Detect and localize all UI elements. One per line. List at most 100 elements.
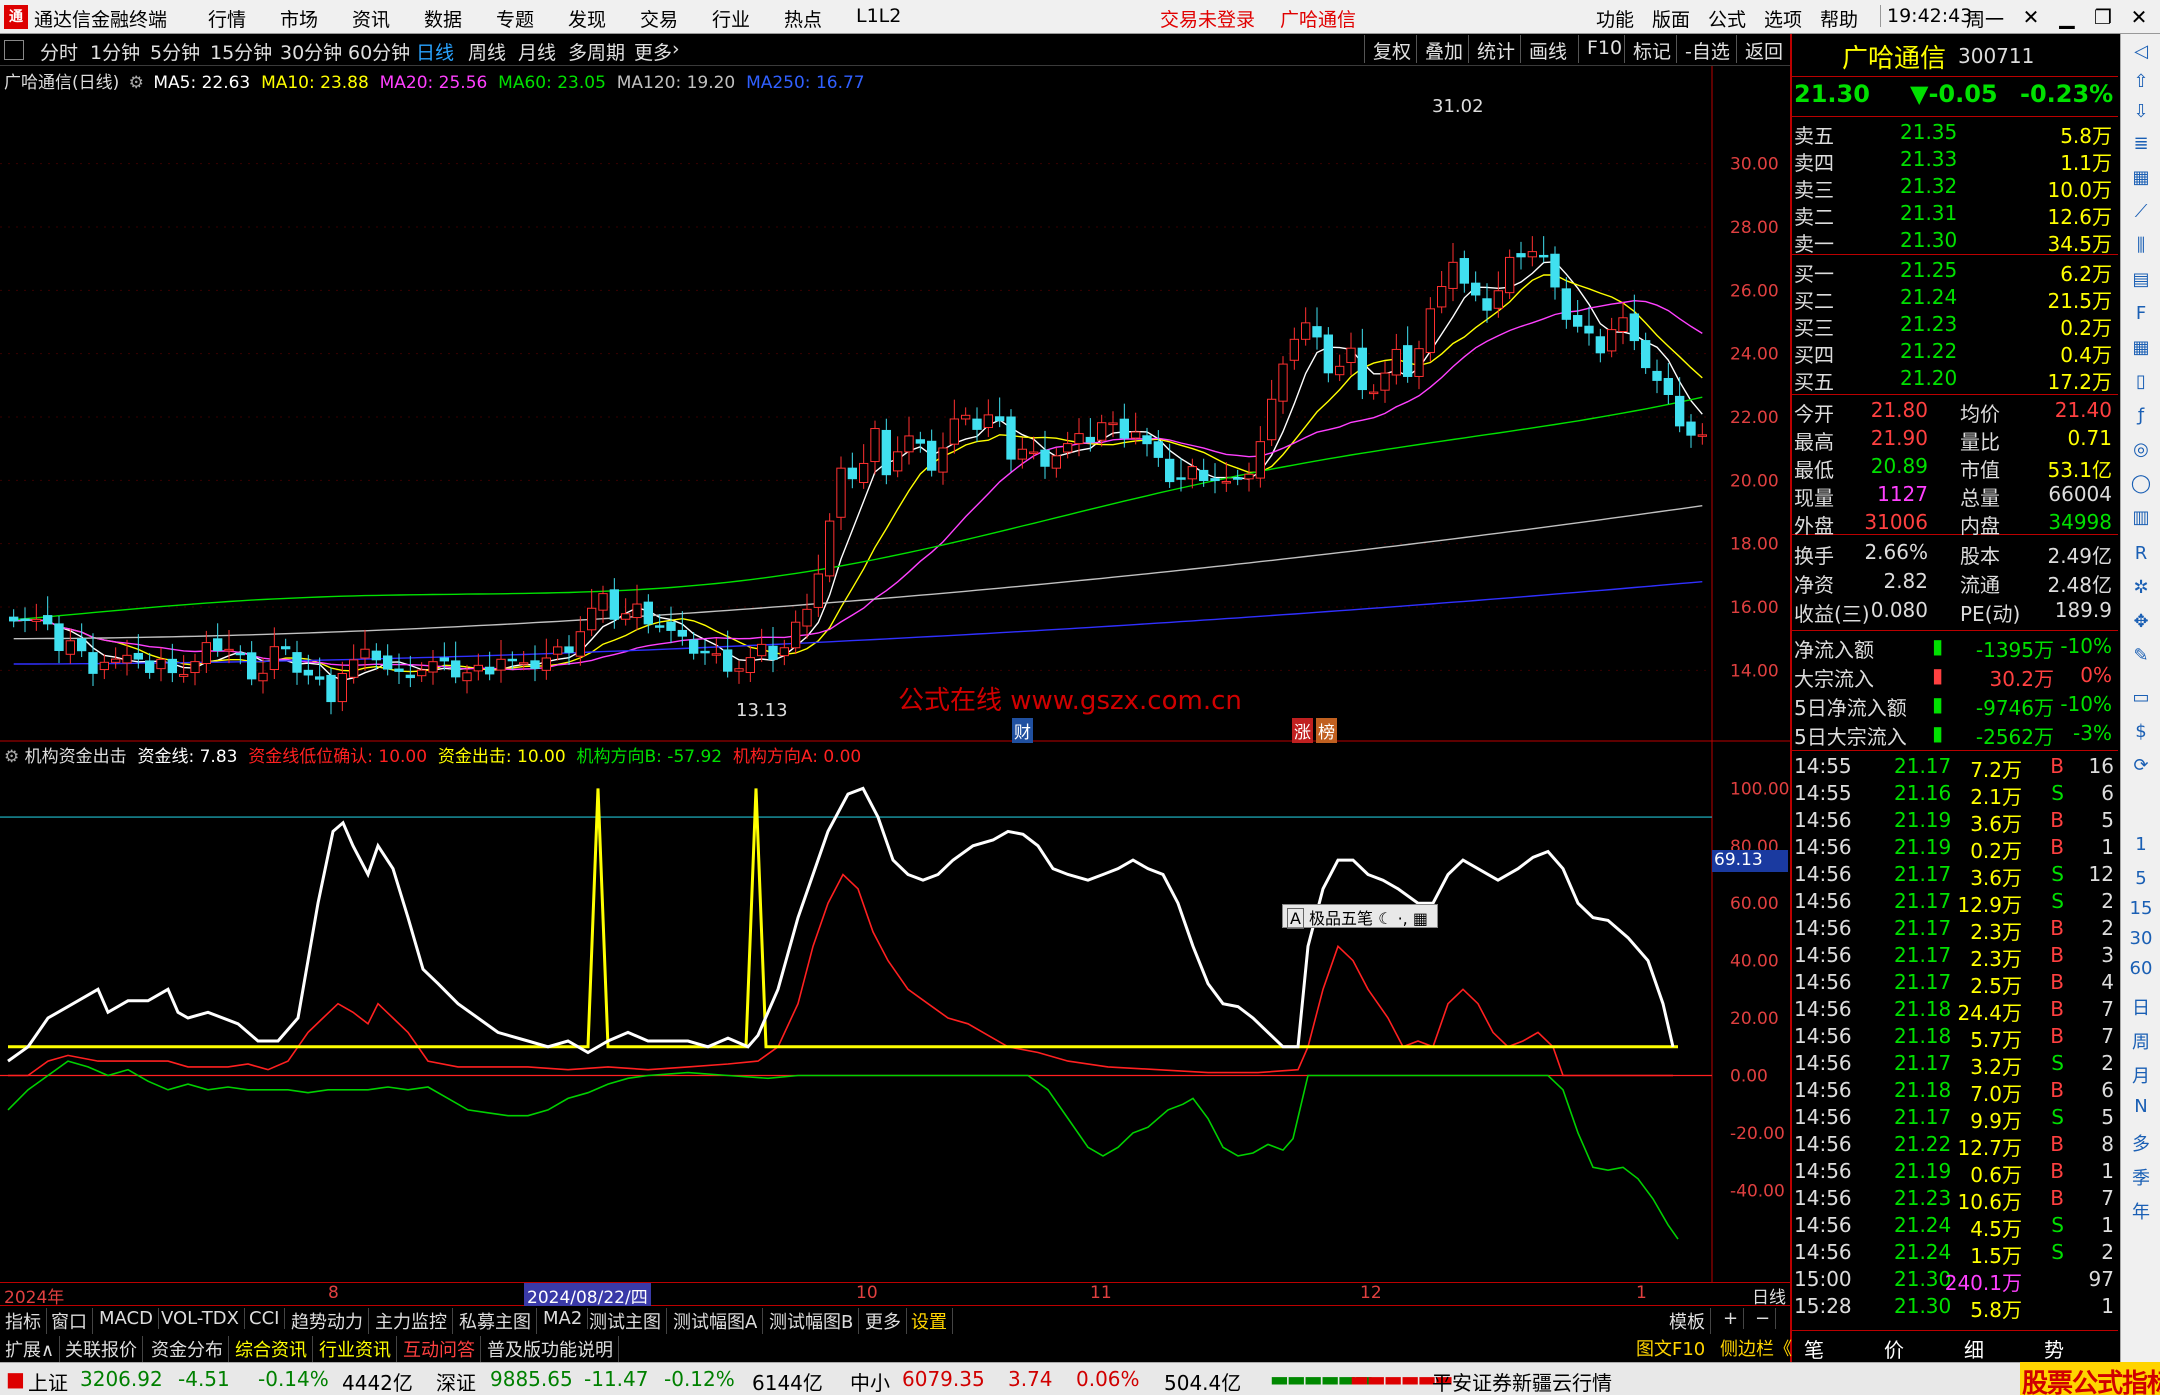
tab-add[interactable]: + [1718,1308,1745,1329]
menu-jiaoyi[interactable]: 交易 [640,5,678,32]
tick-row[interactable]: 14:56 21.17 3.2万 S 2 [1792,1051,2118,1079]
menu-shuju[interactable]: 数据 [424,5,462,32]
ask-row[interactable]: 卖四 21.33 1.1万 [1792,147,2118,175]
menu-shichang[interactable]: 市场 [280,5,318,32]
news-icon[interactable]: ▤ [2127,266,2155,294]
sidebar-n[interactable]: N [2127,1096,2155,1117]
tick-row[interactable]: 14:56 21.22 12.7万 B 8 [1792,1132,2118,1160]
bid-row[interactable]: 买五 21.20 17.2万 [1792,366,2118,394]
tick-row[interactable]: 14:56 21.19 0.2万 B 1 [1792,835,2118,863]
btn-huaxian[interactable]: 画线 [1520,35,1575,63]
tab-kuozhan[interactable]: 扩展∧ [0,1336,61,1362]
sh-name[interactable]: 上证 [28,1367,68,1395]
doc-icon[interactable]: ▯ [2127,368,2155,396]
stat-row[interactable]: 最低 20.89 市值 53.1亿 [1792,454,2118,482]
tick-row[interactable]: 14:56 21.17 2.3万 B 3 [1792,943,2118,971]
flow-row[interactable]: 5日净流入额 ▮ -9746万 -10% [1792,692,2118,720]
close-icon[interactable]: ✕ [2122,3,2156,31]
tab-zijin[interactable]: 资金分布 [146,1336,229,1362]
tick-row[interactable]: 14:56 21.17 2.3万 B 2 [1792,916,2118,944]
tab-settings[interactable]: 设置 [906,1308,953,1334]
menu-gongshi[interactable]: 公式 [1708,5,1746,32]
tab-template[interactable]: 模板 [1664,1308,1711,1334]
tick-row[interactable]: 14:55 21.16 2.1万 S 6 [1792,781,2118,809]
bid-row[interactable]: 买一 21.25 6.2万 [1792,258,2118,286]
tick-row[interactable]: 14:56 21.18 7.0万 B 6 [1792,1078,2118,1106]
menu-zixun[interactable]: 资讯 [352,5,390,32]
tab-ceshi-a[interactable]: 测试幅图A [668,1308,764,1334]
panel-toggle-icon[interactable] [4,40,24,60]
btn-diejia[interactable]: 叠加 [1416,35,1471,63]
menu-xuanxiang[interactable]: 选项 [1764,5,1802,32]
sidebar-year[interactable]: 年 [2127,1198,2155,1224]
candle-icon[interactable]: ⫼ [2127,232,2155,260]
stat-row[interactable]: 今开 21.80 均价 21.40 [1792,398,2118,426]
list-icon[interactable]: ≣ [2127,130,2155,158]
tick-row[interactable]: 15:00 21.30 240.1万 97 [1792,1267,2118,1295]
stat2-row[interactable]: 净资 2.82 流通 2.48亿 [1792,569,2118,597]
ime-punct-icon[interactable]: ·, [1398,909,1408,928]
ask-row[interactable]: 卖二 21.31 12.6万 [1792,201,2118,229]
menu-l1l2[interactable]: L1L2 [856,5,901,27]
book-icon[interactable]: ▭ [2127,684,2155,712]
stat-row[interactable]: 外盘 31006 内盘 34998 [1792,510,2118,538]
btn-biaoji[interactable]: 标记 [1624,35,1679,63]
tab-puji[interactable]: 普及版功能说明 [482,1336,619,1362]
ime-toolbar[interactable]: A 极品五笔 ☾ ·, ▦ [1282,904,1438,929]
tab-ceshi-b[interactable]: 测试幅图B [764,1308,860,1334]
menu-bangzhu[interactable]: 帮助 [1820,5,1858,32]
tick-row[interactable]: 14:56 21.23 10.6万 B 7 [1792,1186,2118,1214]
menu-banmian[interactable]: 版面 [1652,5,1690,32]
minimize-icon[interactable]: ▁ [2050,3,2084,31]
period-60min[interactable]: 60分钟 [348,38,410,65]
close-small-icon[interactable]: ✕ [2014,3,2048,31]
pen-icon[interactable]: ✎ [2127,642,2155,670]
tick-row[interactable]: 14:56 21.17 3.6万 S 12 [1792,862,2118,890]
tab-zhibiao[interactable]: 指标 [0,1308,47,1334]
zx-name[interactable]: 中小 [850,1367,890,1395]
tab-vol-tdx[interactable]: VOL-TDX [156,1308,245,1329]
tab-chuangkou[interactable]: 窗口 [46,1308,93,1334]
money-icon[interactable]: $ [2127,718,2155,746]
period-5min[interactable]: 5分钟 [150,38,200,65]
ring-icon[interactable]: ◎ [2127,436,2155,464]
tab-cci[interactable]: CCI [244,1308,286,1329]
sidebar-month[interactable]: 月 [2127,1062,2155,1088]
line-chart-icon[interactable]: ⟋ [2127,198,2155,226]
menu-hangqing[interactable]: 行情 [208,5,246,32]
period-30min[interactable]: 30分钟 [280,38,342,65]
period-1min[interactable]: 1分钟 [90,38,140,65]
menu-faxian[interactable]: 发现 [568,5,606,32]
bid-row[interactable]: 买三 21.23 0.2万 [1792,312,2118,340]
menu-gongneng[interactable]: 功能 [1596,5,1634,32]
indicator-gear-icon[interactable]: ⚙ [4,747,19,767]
ime-mode-icon[interactable]: A [1287,908,1304,929]
menu-hangye[interactable]: 行业 [712,5,750,32]
flow-row[interactable]: 净流入额 ▮ -1395万 -10% [1792,634,2118,662]
gear-icon[interactable]: ✲ [2127,574,2155,602]
arrow-up-icon[interactable]: ⇧ [2127,68,2155,96]
sz-name[interactable]: 深证 [436,1367,476,1395]
tab-remove[interactable]: − [1750,1308,1777,1329]
stat-row[interactable]: 最高 21.90 量比 0.71 [1792,426,2118,454]
bars-icon[interactable]: ▥ [2127,504,2155,532]
tab-macd[interactable]: MACD [94,1308,159,1329]
ask-row[interactable]: 卖五 21.35 5.8万 [1792,120,2118,148]
settings-gear-icon[interactable]: ⚙ [129,73,144,93]
tab-zonghe[interactable]: 综合资讯 [230,1336,313,1362]
sidebar-day[interactable]: 日 [2127,994,2155,1020]
period-multi[interactable]: 多周期 [568,38,625,65]
tab-xi[interactable]: 细 [1964,1334,1984,1363]
tick-row[interactable]: 14:56 21.17 2.5万 B 4 [1792,970,2118,998]
menu-zhuanti[interactable]: 专题 [496,5,534,32]
table-icon[interactable]: ▦ [2127,164,2155,192]
function-icon[interactable]: ƒ [2127,402,2155,430]
flow-row[interactable]: 大宗流入 ▮ 30.2万 0% [1792,663,2118,691]
sidebar-multi[interactable]: 多 [2127,1130,2155,1156]
flow-row[interactable]: 5日大宗流入 ▮ -2562万 -3% [1792,721,2118,749]
ask-row[interactable]: 卖三 21.32 10.0万 [1792,174,2118,202]
sidebar-quarter[interactable]: 季 [2127,1164,2155,1190]
tick-row[interactable]: 14:56 21.18 5.7万 B 7 [1792,1024,2118,1052]
sidebar-week[interactable]: 周 [2127,1028,2155,1054]
tab-zhuli[interactable]: 主力监控 [370,1308,453,1334]
